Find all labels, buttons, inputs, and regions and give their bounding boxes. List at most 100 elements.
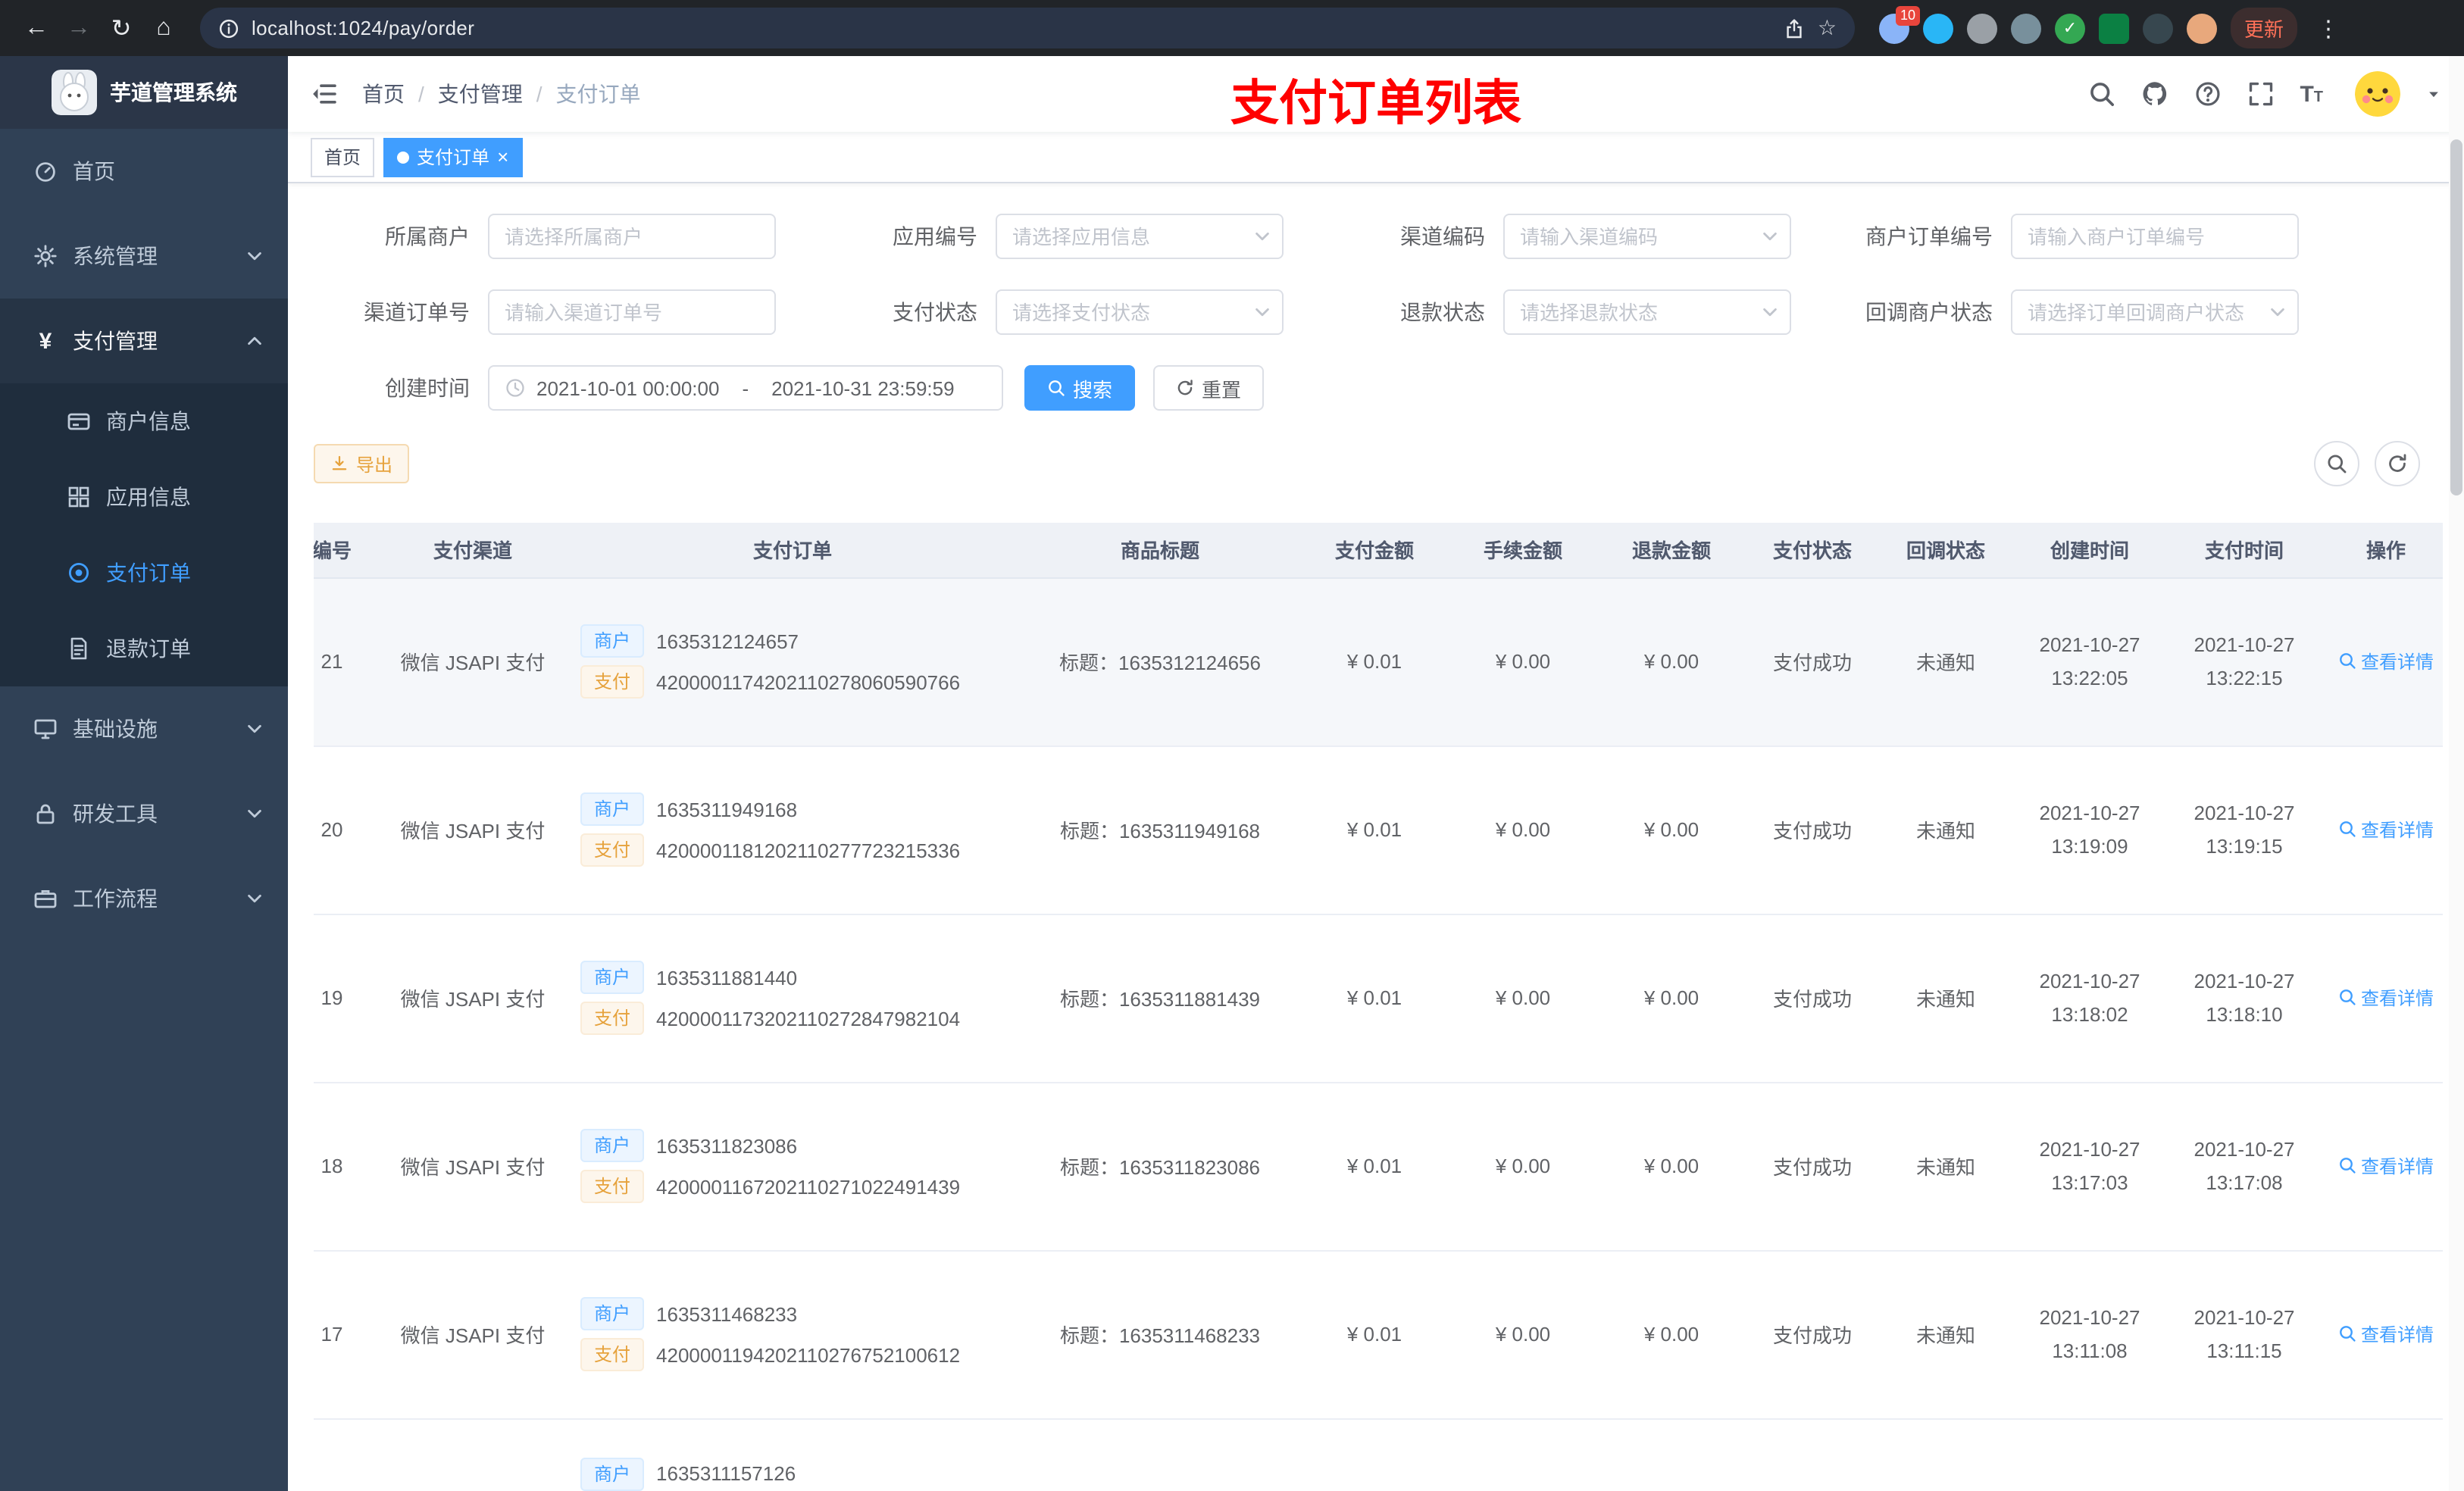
view-detail-link[interactable]: 查看详情 — [2338, 649, 2434, 674]
sidebar-item-infrastructure[interactable]: 基础设施 — [0, 686, 288, 771]
refund-status-select[interactable] — [1503, 289, 1791, 335]
browser-menu-icon[interactable]: ⋮ — [2311, 14, 2346, 42]
col-refund: 退款金额 — [1597, 523, 1746, 578]
channel-code-select[interactable] — [1503, 214, 1791, 259]
search-button[interactable]: 搜索 — [1024, 365, 1136, 411]
table-row: 商户 1635311157126 — [314, 1418, 2443, 1491]
sidebar-item-dev-tools[interactable]: 研发工具 — [0, 771, 288, 856]
cell-fee: ¥ 0.00 — [1449, 1082, 1597, 1251]
col-status: 支付状态 — [1746, 523, 1879, 578]
extension-icon[interactable] — [1923, 13, 1953, 43]
sidebar-item-pay-order[interactable]: 支付订单 — [0, 535, 288, 611]
github-button[interactable] — [2140, 80, 2168, 108]
browser-back-button[interactable]: ← — [15, 7, 58, 49]
merchant-tag: 商户 — [580, 1297, 645, 1330]
create-time-range-picker[interactable]: 2021-10-01 00:00:00 - 2021-10-31 23:59:5… — [488, 365, 1003, 411]
merchant-order-no-input[interactable] — [2011, 214, 2299, 259]
export-button[interactable]: 导出 — [314, 444, 410, 483]
target-icon — [67, 561, 91, 585]
reset-button[interactable]: 重置 — [1153, 365, 1265, 411]
close-tab-icon[interactable]: × — [497, 147, 508, 167]
cell-status: 支付成功 — [1746, 914, 1879, 1083]
extension-icon[interactable] — [2011, 13, 2041, 43]
cell-amount: ¥ 0.01 — [1300, 914, 1449, 1083]
yen-icon: ¥ — [39, 328, 52, 354]
view-detail-link[interactable]: 查看详情 — [2338, 985, 2434, 1011]
share-icon[interactable] — [1784, 17, 1806, 39]
breadcrumb-payment[interactable]: 支付管理 — [438, 79, 523, 109]
extension-icon[interactable]: 10 — [1879, 5, 1920, 43]
extension-icon[interactable] — [1967, 13, 1997, 43]
merchant-order-no: 1635311881440 — [656, 966, 798, 989]
breadcrumb: 首页 / 支付管理 / 支付订单 — [362, 79, 641, 109]
browser-chrome: ← → ↻ ⌂ localhost:1024/pay/order ☆ 10 ✓ … — [0, 0, 2464, 56]
sidebar-toggle[interactable] — [311, 80, 338, 108]
sidebar-item-payment[interactable]: ¥ 支付管理 — [0, 299, 288, 383]
cell-notify: 未通知 — [1879, 914, 2012, 1083]
view-detail-link[interactable]: 查看详情 — [2338, 1321, 2434, 1347]
browser-address-bar[interactable]: localhost:1024/pay/order ☆ — [200, 8, 1855, 48]
view-detail-link[interactable]: 查看详情 — [2338, 817, 2434, 842]
cell-order: 商户 1635312124657 支付 4200001174202110278060… — [565, 577, 1020, 746]
sidebar-item-label: 首页 — [73, 159, 115, 183]
browser-home-button[interactable]: ⌂ — [142, 7, 185, 49]
cell-pay-time: 2021-10-27 13:18:10 — [2167, 914, 2322, 1083]
tab-home[interactable]: 首页 — [311, 137, 375, 177]
sidebar-item-label: 支付管理 — [73, 329, 158, 353]
merchant-tag: 商户 — [580, 1457, 645, 1490]
app-logo[interactable]: 芋道管理系统 — [0, 56, 288, 129]
extension-icon[interactable] — [2099, 13, 2129, 43]
cell-refund: ¥ 0.00 — [1597, 1250, 1746, 1419]
scrollbar-thumb[interactable] — [2450, 139, 2462, 495]
sidebar-item-app-info[interactable]: 应用信息 — [0, 459, 288, 535]
bookmark-star-icon[interactable]: ☆ — [1818, 15, 1837, 41]
channel-order-no-input[interactable] — [488, 289, 776, 335]
pay-tag: 支付 — [580, 833, 645, 867]
toggle-search-button[interactable] — [2314, 441, 2359, 486]
notify-status-select[interactable] — [2011, 289, 2299, 335]
chevron-down-icon — [245, 889, 264, 908]
user-avatar[interactable] — [2355, 71, 2400, 117]
merchant-tag: 商户 — [580, 624, 645, 658]
app-select[interactable] — [996, 214, 1284, 259]
fullscreen-button[interactable] — [2247, 80, 2274, 108]
header-search-button[interactable] — [2087, 80, 2115, 108]
sidebar-item-system[interactable]: 系统管理 — [0, 214, 288, 299]
merchant-select[interactable] — [488, 214, 776, 259]
merchant-order-no: 1635311823086 — [656, 1134, 798, 1157]
browser-reload-button[interactable]: ↻ — [100, 7, 142, 49]
tab-pay-order[interactable]: 支付订单 × — [383, 137, 523, 177]
card-icon — [67, 409, 91, 433]
font-size-button[interactable]: TT — [2300, 81, 2323, 107]
browser-update-button[interactable]: 更新 — [2231, 8, 2298, 48]
cell-pay-time: 2021-10-27 13:19:15 — [2167, 746, 2322, 914]
col-create-time: 创建时间 — [2012, 523, 2167, 578]
table-toolbar: 导出 — [314, 441, 2438, 486]
col-id: 编号 — [314, 523, 380, 578]
extension-icon[interactable]: ✓ — [2055, 13, 2085, 43]
avatar-dropdown-caret[interactable] — [2426, 86, 2441, 102]
breadcrumb-home[interactable]: 首页 — [362, 79, 405, 109]
browser-toolbar-right: 10 ✓ 更新 ⋮ — [1879, 5, 2346, 48]
refresh-table-button[interactable] — [2375, 441, 2420, 486]
cell-title: 标题：1635311881439 — [1020, 914, 1300, 1083]
cell-status: 支付成功 — [1746, 746, 1879, 914]
sidebar-item-workflow[interactable]: 工作流程 — [0, 856, 288, 941]
extension-icon[interactable] — [2143, 13, 2173, 43]
sidebar-item-home[interactable]: 首页 — [0, 129, 288, 214]
monitor-icon — [33, 717, 58, 741]
sidebar-item-refund-order[interactable]: 退款订单 — [0, 611, 288, 686]
col-actions: 操作 — [2322, 523, 2443, 578]
merchant-order-no: 1635312124657 — [656, 630, 799, 652]
search-icon — [2338, 1325, 2356, 1343]
browser-profile-avatar[interactable] — [2187, 13, 2217, 43]
search-icon — [2087, 80, 2115, 108]
sidebar-item-merchant-info[interactable]: 商户信息 — [0, 383, 288, 459]
pay-tag: 支付 — [580, 1170, 645, 1203]
browser-forward-button[interactable]: → — [58, 7, 100, 49]
view-detail-link[interactable]: 查看详情 — [2338, 1153, 2434, 1179]
pay-status-select[interactable] — [996, 289, 1284, 335]
help-button[interactable] — [2194, 80, 2221, 108]
sidebar-item-label: 工作流程 — [73, 886, 158, 911]
cell-title: 标题：1635311823086 — [1020, 1082, 1300, 1251]
